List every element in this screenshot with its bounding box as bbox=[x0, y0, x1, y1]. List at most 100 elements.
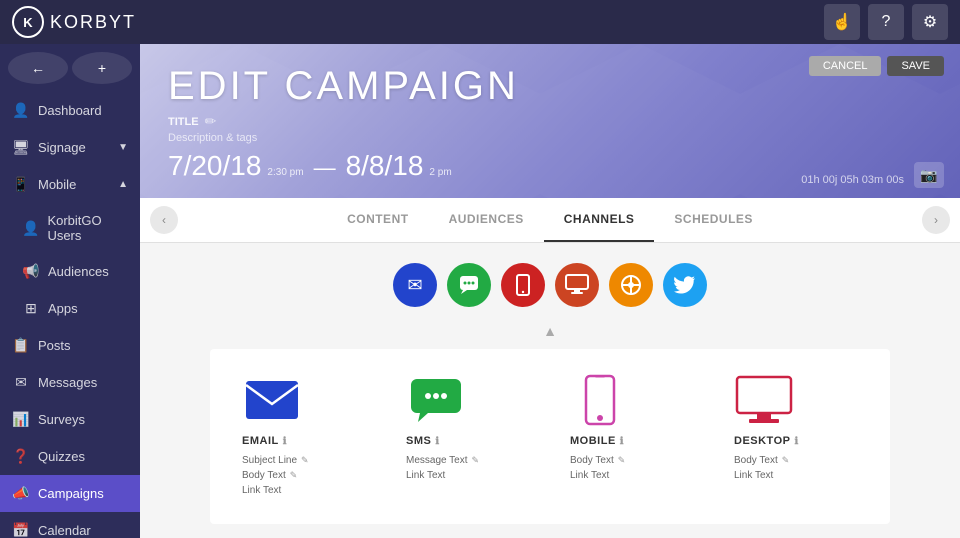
email-card-title: EMAIL ℹ bbox=[242, 435, 287, 447]
twitter-bird-icon bbox=[674, 276, 696, 294]
sidebar-item-label: Posts bbox=[38, 338, 71, 353]
korbytgo-icon: 👤 bbox=[22, 220, 39, 237]
top-bar: K KORBYT ☝ ? ⚙ bbox=[0, 0, 960, 44]
help-icon[interactable]: ? bbox=[868, 4, 904, 40]
desktop-edit-icon[interactable]: ✎ bbox=[782, 455, 790, 466]
body-edit-icon[interactable]: ✎ bbox=[290, 470, 298, 481]
sidebar-item-campaigns[interactable]: 📣 Campaigns bbox=[0, 475, 140, 512]
mobile-phone-card-icon bbox=[584, 374, 616, 426]
desktop-body-text[interactable]: Body Text ✎ bbox=[734, 455, 789, 466]
sidebar-item-label: Campaigns bbox=[38, 486, 104, 501]
channel-icon-email[interactable]: ✉ bbox=[393, 263, 437, 307]
social-crosshair-icon bbox=[620, 274, 642, 296]
channels-content: ✉ bbox=[140, 243, 960, 538]
sidebar-top-buttons: ← + bbox=[0, 44, 140, 92]
main-layout: ← + 👤 Dashboard 🖥 Signage ▼ 📱 Mobile ▲ 👤… bbox=[0, 44, 960, 538]
desktop-icon-inner bbox=[735, 375, 793, 425]
email-body-text[interactable]: Body Text ✎ bbox=[242, 470, 297, 481]
channel-card-mobile: MOBILE ℹ Body Text ✎ Link Text bbox=[570, 373, 694, 500]
sidebar-item-audiences[interactable]: 📢 Audiences bbox=[0, 253, 140, 290]
email-card-icon-wrap bbox=[242, 373, 302, 427]
desktop-link-text[interactable]: Link Text bbox=[734, 470, 773, 481]
hand-icon[interactable]: ☝ bbox=[824, 4, 860, 40]
sidebar-item-mobile[interactable]: 📱 Mobile ▲ bbox=[0, 166, 140, 203]
desktop-info-icon[interactable]: ℹ bbox=[794, 436, 798, 447]
tabs-row: ‹ CONTENT AUDIENCES CHANNELS SCHEDULES › bbox=[140, 198, 960, 243]
sidebar-item-label: Messages bbox=[38, 375, 97, 390]
tab-arrow-right[interactable]: › bbox=[922, 206, 950, 234]
sms-edit-icon[interactable]: ✎ bbox=[472, 455, 480, 466]
logo-name: KORBYT bbox=[50, 12, 136, 33]
email-envelope-icon bbox=[245, 380, 299, 420]
calendar-icon: 📅 bbox=[12, 522, 30, 538]
content-area: CANCEL SAVE EDIT CAMPAIGN TITLE ✏ Descri… bbox=[140, 44, 960, 538]
sidebar-item-label: Calendar bbox=[38, 523, 91, 538]
channel-icons-row: ✉ bbox=[393, 263, 707, 307]
sidebar-item-apps[interactable]: ⊞ Apps bbox=[0, 290, 140, 327]
channel-icon-social[interactable] bbox=[609, 263, 653, 307]
sidebar-item-calendar[interactable]: 📅 Calendar bbox=[0, 512, 140, 538]
sidebar-item-surveys[interactable]: 📊 Surveys bbox=[0, 401, 140, 438]
mobile-icon: 📱 bbox=[12, 176, 30, 193]
sidebar-item-label: Signage bbox=[38, 140, 86, 155]
sidebar-add-button[interactable]: + bbox=[72, 52, 132, 84]
subject-edit-icon[interactable]: ✎ bbox=[301, 455, 309, 466]
date-dash: — bbox=[314, 155, 336, 181]
campaigns-icon: 📣 bbox=[12, 485, 30, 502]
tab-content[interactable]: CONTENT bbox=[327, 198, 429, 242]
tab-channels[interactable]: CHANNELS bbox=[544, 198, 655, 242]
sidebar-item-label: Mobile bbox=[38, 177, 76, 192]
settings-icon[interactable]: ⚙ bbox=[912, 4, 948, 40]
time-start: 2:30 pm bbox=[267, 167, 303, 178]
title-edit-icon[interactable]: ✏ bbox=[205, 113, 217, 130]
channel-icon-sms[interactable] bbox=[447, 263, 491, 307]
sidebar-item-signage[interactable]: 🖥 Signage ▼ bbox=[0, 129, 140, 166]
sidebar-item-label: Quizzes bbox=[38, 449, 85, 464]
sidebar-item-label: Surveys bbox=[38, 412, 85, 427]
tab-arrow-left[interactable]: ‹ bbox=[150, 206, 178, 234]
sidebar-item-label: KorbitGO Users bbox=[47, 213, 128, 243]
sms-info-icon[interactable]: ℹ bbox=[435, 436, 439, 447]
campaign-title-row: EDIT CAMPAIGN bbox=[168, 64, 932, 109]
mobile-body-text[interactable]: Body Text ✎ bbox=[570, 455, 625, 466]
title-label: TITLE bbox=[168, 116, 199, 128]
sms-bubble-card-icon bbox=[410, 378, 462, 422]
sms-bubble-icon bbox=[458, 274, 480, 296]
sidebar-item-quizzes[interactable]: ❓ Quizzes bbox=[0, 438, 140, 475]
channel-icon-desktop[interactable] bbox=[555, 263, 599, 307]
channel-card-desktop: DESKTOP ℹ Body Text ✎ Link Text bbox=[734, 373, 858, 500]
sms-card-title: SMS ℹ bbox=[406, 435, 440, 447]
sms-card-icon-wrap bbox=[406, 373, 466, 427]
sidebar-back-button[interactable]: ← bbox=[8, 52, 68, 84]
mobile-edit-icon[interactable]: ✎ bbox=[618, 455, 626, 466]
logo-circle: K bbox=[12, 6, 44, 38]
sms-link-text[interactable]: Link Text bbox=[406, 470, 445, 481]
top-bar-icons: ☝ ? ⚙ bbox=[824, 4, 948, 40]
quizzes-icon: ❓ bbox=[12, 448, 30, 465]
sidebar: ← + 👤 Dashboard 🖥 Signage ▼ 📱 Mobile ▲ 👤… bbox=[0, 44, 140, 538]
chevron-down-icon: ▼ bbox=[118, 142, 128, 153]
sidebar-item-label: Apps bbox=[48, 301, 78, 316]
mobile-link-text[interactable]: Link Text bbox=[570, 470, 609, 481]
signage-icon: 🖥 bbox=[12, 139, 30, 156]
time-end: 2 pm bbox=[429, 167, 451, 178]
desktop-card-title: DESKTOP ℹ bbox=[734, 435, 799, 447]
tab-schedules[interactable]: SCHEDULES bbox=[654, 198, 773, 242]
sidebar-item-label: Dashboard bbox=[38, 103, 102, 118]
channels-collapse-arrow[interactable]: ▲ bbox=[543, 323, 557, 339]
email-link-text[interactable]: Link Text bbox=[242, 485, 281, 496]
channel-card-email: EMAIL ℹ Subject Line ✎ Body Text ✎ Link … bbox=[242, 373, 366, 500]
sidebar-item-korbytgo[interactable]: 👤 KorbitGO Users bbox=[0, 203, 140, 253]
email-info-icon[interactable]: ℹ bbox=[283, 436, 287, 447]
mobile-info-icon[interactable]: ℹ bbox=[620, 436, 624, 447]
sms-message-text[interactable]: Message Text ✎ bbox=[406, 455, 479, 466]
campaign-title: EDIT CAMPAIGN bbox=[168, 64, 519, 109]
sidebar-item-dashboard[interactable]: 👤 Dashboard bbox=[0, 92, 140, 129]
email-subject-line[interactable]: Subject Line ✎ bbox=[242, 455, 309, 466]
sidebar-item-messages[interactable]: ✉ Messages bbox=[0, 364, 140, 401]
logo: K KORBYT bbox=[12, 6, 136, 38]
tab-audiences[interactable]: AUDIENCES bbox=[429, 198, 544, 242]
sidebar-item-posts[interactable]: 📋 Posts bbox=[0, 327, 140, 364]
channel-icon-mobile[interactable] bbox=[501, 263, 545, 307]
channel-icon-twitter[interactable] bbox=[663, 263, 707, 307]
